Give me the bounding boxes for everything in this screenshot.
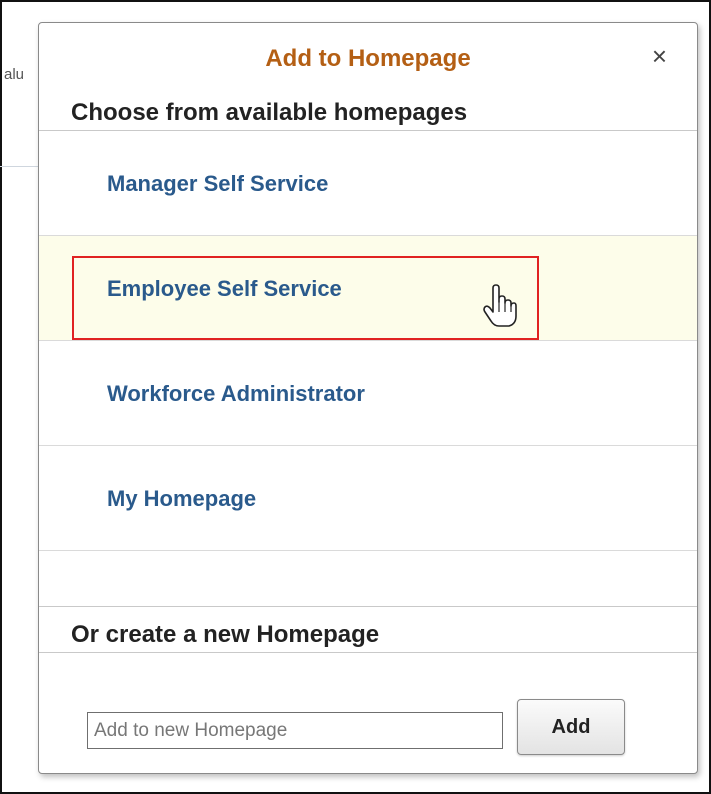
homepage-item-label[interactable]: Workforce Administrator [107, 381, 365, 407]
close-icon[interactable]: × [652, 41, 667, 71]
hand-pointer-icon [483, 284, 517, 327]
add-button[interactable]: Add [517, 699, 625, 755]
homepage-item-label[interactable]: Manager Self Service [107, 171, 328, 197]
create-section-top-divider [39, 606, 697, 607]
homepage-item-employee-self-service[interactable]: Employee Self Service [39, 236, 697, 341]
background-page-text: alu [4, 66, 25, 83]
choose-section-heading: Choose from available homepages [71, 99, 468, 126]
homepage-item-label[interactable]: My Homepage [107, 486, 256, 512]
homepage-item-my-homepage[interactable]: My Homepage [39, 446, 697, 551]
new-homepage-input[interactable] [87, 712, 503, 749]
dialog-title: Add to Homepage [265, 45, 471, 72]
highlight-box [72, 256, 539, 340]
homepage-item-workforce-administrator[interactable]: Workforce Administrator [39, 341, 697, 446]
create-section-divider [39, 652, 697, 653]
background-divider [0, 166, 40, 167]
homepage-item-manager-self-service[interactable]: Manager Self Service [39, 131, 697, 236]
dialog-header: Add to Homepage × [39, 23, 697, 97]
add-to-homepage-dialog: Add to Homepage × Choose from available … [38, 22, 698, 774]
create-section-heading: Or create a new Homepage [71, 621, 380, 648]
